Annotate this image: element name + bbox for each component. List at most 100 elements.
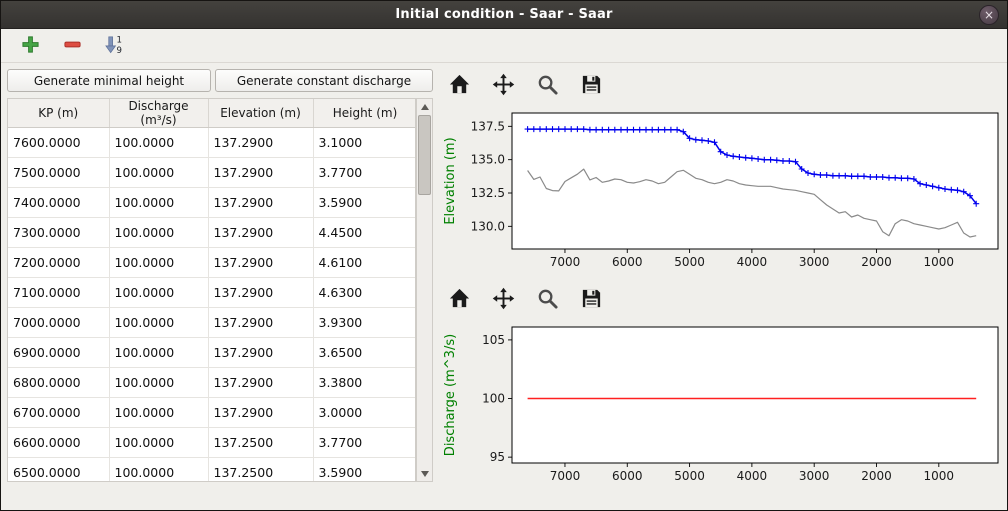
initial-condition-window: Initial condition - Saar - Saar × [0, 0, 1008, 511]
column-header[interactable]: Elevation (m) [208, 99, 313, 128]
table-cell[interactable]: 100.0000 [109, 218, 208, 248]
add-row-button[interactable] [17, 33, 43, 59]
table-cell[interactable]: 137.2900 [208, 158, 313, 188]
home-icon [448, 73, 471, 100]
table-cell[interactable]: 3.0000 [313, 398, 416, 428]
home-button[interactable] [444, 286, 474, 314]
pan-button[interactable] [488, 286, 518, 314]
table-cell[interactable]: 4.4500 [313, 218, 416, 248]
discharge-plot-toolbar [438, 285, 1004, 315]
scrollbar-thumb[interactable] [418, 115, 431, 195]
x-tick-label: 2000 [861, 469, 892, 483]
table-cell[interactable]: 7300.0000 [8, 218, 109, 248]
table-cell[interactable]: 137.2900 [208, 368, 313, 398]
table-cell[interactable]: 100.0000 [109, 458, 208, 483]
table-scrollbar[interactable] [416, 98, 433, 482]
table-cell[interactable]: 137.2900 [208, 218, 313, 248]
table-cell[interactable]: 137.2900 [208, 188, 313, 218]
table-cell[interactable]: 7500.0000 [8, 158, 109, 188]
table-cell[interactable]: 100.0000 [109, 308, 208, 338]
table-cell[interactable]: 7000.0000 [8, 308, 109, 338]
pan-button[interactable] [488, 72, 518, 100]
close-button[interactable]: × [979, 5, 999, 25]
table-cell[interactable]: 6900.0000 [8, 338, 109, 368]
table-cell[interactable]: 137.2900 [208, 338, 313, 368]
home-button[interactable] [444, 72, 474, 100]
generate-buttons-row: Generate minimal height Generate constan… [7, 69, 433, 92]
table-row: 7400.0000100.0000137.29003.5900 [8, 188, 416, 218]
table-cell[interactable]: 137.2900 [208, 398, 313, 428]
table-cell[interactable]: 100.0000 [109, 398, 208, 428]
table-cell[interactable]: 3.1000 [313, 128, 416, 158]
table-cell[interactable]: 3.3800 [313, 368, 416, 398]
table-header-row: KP (m)Discharge (m³/s)Elevation (m)Heigh… [8, 99, 416, 128]
elevation-plot-toolbar [438, 71, 1004, 101]
scroll-up-button[interactable] [417, 99, 432, 114]
svg-text:1: 1 [116, 35, 121, 45]
zoom-button[interactable] [532, 72, 562, 100]
save-button[interactable] [576, 286, 606, 314]
y-tick-label: 105 [482, 333, 505, 347]
x-tick-label: 2000 [861, 255, 892, 269]
table-cell[interactable]: 137.2500 [208, 458, 313, 483]
table-cell[interactable]: 3.5900 [313, 188, 416, 218]
y-axis-label: Discharge (m^3/s) [443, 334, 458, 456]
table-cell[interactable]: 3.7700 [313, 428, 416, 458]
magnifier-icon [536, 73, 559, 100]
table-cell[interactable]: 137.2900 [208, 278, 313, 308]
table-cell[interactable]: 3.5900 [313, 458, 416, 483]
table-cell[interactable]: 4.6100 [313, 248, 416, 278]
table-cell[interactable]: 3.7700 [313, 158, 416, 188]
table-cell[interactable]: 3.9300 [313, 308, 416, 338]
save-button[interactable] [576, 72, 606, 100]
table-cell[interactable]: 100.0000 [109, 278, 208, 308]
sort-numeric-icon: 1 9 [104, 34, 125, 59]
zoom-button[interactable] [532, 286, 562, 314]
column-header[interactable]: Discharge (m³/s) [109, 99, 208, 128]
main-toolbar: 1 9 [1, 30, 1007, 63]
x-tick-label: 4000 [737, 255, 768, 269]
column-header[interactable]: KP (m) [8, 99, 109, 128]
table-cell[interactable]: 137.2500 [208, 428, 313, 458]
plot-background [512, 113, 998, 249]
table-cell[interactable]: 100.0000 [109, 158, 208, 188]
delete-row-button[interactable] [59, 33, 85, 59]
column-header[interactable]: Height (m) [313, 99, 416, 128]
table-cell[interactable]: 7100.0000 [8, 278, 109, 308]
scroll-down-button[interactable] [417, 466, 432, 481]
y-tick-label: 135.0 [471, 153, 505, 167]
table-cell[interactable]: 100.0000 [109, 338, 208, 368]
generate-minimal-height-button[interactable]: Generate minimal height [7, 69, 211, 92]
table-cell[interactable]: 6800.0000 [8, 368, 109, 398]
table-cell[interactable]: 7600.0000 [8, 128, 109, 158]
table-cell[interactable]: 137.2900 [208, 308, 313, 338]
table-cell[interactable]: 100.0000 [109, 128, 208, 158]
table-cell[interactable]: 137.2900 [208, 128, 313, 158]
table-cell[interactable]: 7400.0000 [8, 188, 109, 218]
table-cell[interactable]: 6500.0000 [8, 458, 109, 483]
table-cell[interactable]: 100.0000 [109, 248, 208, 278]
plus-icon [21, 35, 40, 58]
table-cell[interactable]: 100.0000 [109, 188, 208, 218]
x-tick-label: 6000 [612, 469, 643, 483]
table-cell[interactable]: 100.0000 [109, 368, 208, 398]
table-cell[interactable]: 4.6300 [313, 278, 416, 308]
table-row: 6800.0000100.0000137.29003.3800 [8, 368, 416, 398]
discharge-chart-canvas[interactable]: 700060005000400030002000100095100105Disc… [438, 317, 1004, 493]
plot-background [512, 327, 998, 463]
generate-constant-discharge-button[interactable]: Generate constant discharge [215, 69, 433, 92]
table-row: 7100.0000100.0000137.29004.6300 [8, 278, 416, 308]
magnifier-icon [536, 287, 559, 314]
home-icon [448, 287, 471, 314]
elevation-chart-canvas[interactable]: 7000600050004000300020001000130.0132.513… [438, 103, 1004, 279]
sort-button[interactable]: 1 9 [101, 33, 127, 59]
initial-condition-table: KP (m)Discharge (m³/s)Elevation (m)Heigh… [7, 98, 416, 482]
table-cell[interactable]: 3.6500 [313, 338, 416, 368]
table-cell[interactable]: 137.2900 [208, 248, 313, 278]
table-cell[interactable]: 6600.0000 [8, 428, 109, 458]
table-cell[interactable]: 100.0000 [109, 428, 208, 458]
triangle-down-icon [421, 471, 429, 477]
table-row: 6600.0000100.0000137.25003.7700 [8, 428, 416, 458]
table-cell[interactable]: 6700.0000 [8, 398, 109, 428]
table-cell[interactable]: 7200.0000 [8, 248, 109, 278]
